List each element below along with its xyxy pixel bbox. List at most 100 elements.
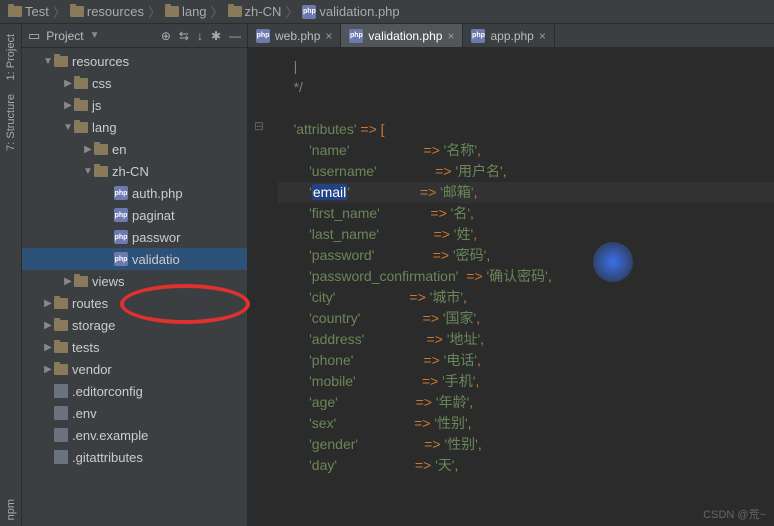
tab-bar: phpweb.php×phpvalidation.php×phpapp.php× [248, 24, 774, 48]
file-icon [54, 384, 68, 398]
tree-row[interactable]: lang [22, 116, 247, 138]
editor-tab[interactable]: php validation.php × [341, 24, 463, 47]
folder-icon [54, 298, 68, 309]
code-line: 'sex' => '性别', [278, 413, 774, 434]
tree-arrow-icon[interactable] [42, 56, 54, 67]
tree-row[interactable]: en [22, 138, 247, 160]
php-icon: php [349, 29, 363, 43]
code-line: 'address' => '地址', [278, 329, 774, 350]
php-icon: php [114, 208, 128, 222]
breadcrumb-label: resources [87, 4, 144, 19]
tab-label: validation.php [368, 29, 442, 43]
expand-icon[interactable]: ⇆ [179, 29, 189, 43]
code-line: */ [278, 77, 774, 98]
breadcrumb-item[interactable]: zh-CN [228, 4, 282, 19]
tree-row[interactable]: .editorconfig [22, 380, 247, 402]
tab-label: web.php [275, 29, 320, 43]
editor-tab[interactable]: phpapp.php× [463, 24, 554, 47]
file-icon [54, 450, 68, 464]
breadcrumb-label: lang [182, 4, 207, 19]
hide-icon[interactable]: — [229, 29, 241, 43]
tree-row[interactable]: phppasswor [22, 226, 247, 248]
tree-label: auth.php [132, 186, 183, 201]
folder-icon [74, 122, 88, 133]
tree-arrow-icon[interactable] [62, 276, 74, 287]
code-line: 'attributes' => [ [278, 119, 774, 140]
breadcrumb-item[interactable]: resources [70, 4, 144, 19]
panel-header: ▭ Project ▼ ⊕ ⇆ ↓ ✱ — [22, 24, 247, 48]
tree-row[interactable]: resources [22, 50, 247, 72]
code-line: 'password_confirmation' => '确认密码', [278, 266, 774, 287]
panel-title: Project [46, 29, 83, 43]
tree-label: js [92, 98, 101, 113]
close-icon[interactable]: × [325, 29, 332, 43]
target-icon[interactable]: ⊕ [161, 29, 171, 43]
folder-icon [54, 56, 68, 67]
close-icon[interactable]: × [447, 29, 454, 43]
tree-row[interactable]: .env.example [22, 424, 247, 446]
tree-label: views [92, 274, 125, 289]
tree-label: .env.example [72, 428, 148, 443]
tree-row[interactable]: css [22, 72, 247, 94]
tab-project[interactable]: 1: Project [3, 28, 19, 86]
tree-label: zh-CN [112, 164, 149, 179]
code-line: 'age' => '年龄', [278, 392, 774, 413]
tree-arrow-icon[interactable] [42, 364, 54, 375]
tree-arrow-icon[interactable] [82, 144, 94, 155]
watermark: CSDN @荒~ [703, 506, 766, 522]
tree-arrow-icon[interactable] [42, 320, 54, 331]
tree-row[interactable]: storage [22, 314, 247, 336]
code-line: 'first_name' => '名', [278, 203, 774, 224]
folder-icon [94, 166, 108, 177]
project-view-icon[interactable]: ▭ [28, 28, 40, 44]
breadcrumb: Test〉resources〉lang〉zh-CN〉phpvalidation.… [0, 0, 774, 24]
folder-icon [74, 78, 88, 89]
tree-label: tests [72, 340, 99, 355]
settings-icon[interactable]: ✱ [211, 29, 221, 43]
code-line: 'password' => '密码', [278, 245, 774, 266]
folder-icon [74, 276, 88, 287]
tree-row[interactable]: .env [22, 402, 247, 424]
tree-label: validatio [132, 252, 180, 267]
tab-label: app.php [490, 29, 533, 43]
tree-label: en [112, 142, 126, 157]
tree-row[interactable]: phpvalidatio [22, 248, 247, 270]
code-line [278, 98, 774, 119]
tree-label: .env [72, 406, 97, 421]
close-icon[interactable]: × [539, 29, 546, 43]
tree-row[interactable]: vendor [22, 358, 247, 380]
file-icon [54, 428, 68, 442]
fold-icon[interactable]: ⊟ [252, 116, 266, 137]
tree-arrow-icon[interactable] [82, 166, 94, 177]
tree-row[interactable]: phppaginat [22, 204, 247, 226]
tree-label: lang [92, 120, 117, 135]
tree-row[interactable]: js [22, 94, 247, 116]
tab-structure[interactable]: 7: Structure [3, 88, 19, 157]
collapse-icon[interactable]: ↓ [197, 29, 203, 43]
folder-icon [8, 6, 22, 17]
tree-row[interactable]: zh-CN [22, 160, 247, 182]
breadcrumb-item[interactable]: lang [165, 4, 207, 19]
tree-arrow-icon[interactable] [42, 342, 54, 353]
tree-arrow-icon[interactable] [62, 100, 74, 111]
code-line: 'phone' => '电话', [278, 350, 774, 371]
tree-arrow-icon[interactable] [62, 122, 74, 133]
tree-row[interactable]: views [22, 270, 247, 292]
tree-row[interactable]: routes [22, 292, 247, 314]
file-icon [54, 406, 68, 420]
code-line: 'last_name' => '姓', [278, 224, 774, 245]
tree-arrow-icon[interactable] [42, 298, 54, 309]
tree-row[interactable]: .gitattributes [22, 446, 247, 468]
editor-tab[interactable]: phpweb.php× [248, 24, 341, 47]
code-editor[interactable]: | */ ⊟ 'attributes' => [ 'name' => '名称',… [248, 48, 774, 526]
tab-npm[interactable]: npm [3, 493, 19, 526]
tree-label: storage [72, 318, 115, 333]
breadcrumb-item[interactable]: Test [8, 4, 49, 19]
tree-arrow-icon[interactable] [62, 78, 74, 89]
breadcrumb-item[interactable]: phpvalidation.php [302, 4, 399, 19]
tree-row[interactable]: phpauth.php [22, 182, 247, 204]
tree-row[interactable]: tests [22, 336, 247, 358]
code-line: 'city' => '城市', [278, 287, 774, 308]
code-line: 'mobile' => '手机', [278, 371, 774, 392]
file-tree: resourcescssjslangenzh-CNphpauth.phpphpp… [22, 48, 247, 526]
